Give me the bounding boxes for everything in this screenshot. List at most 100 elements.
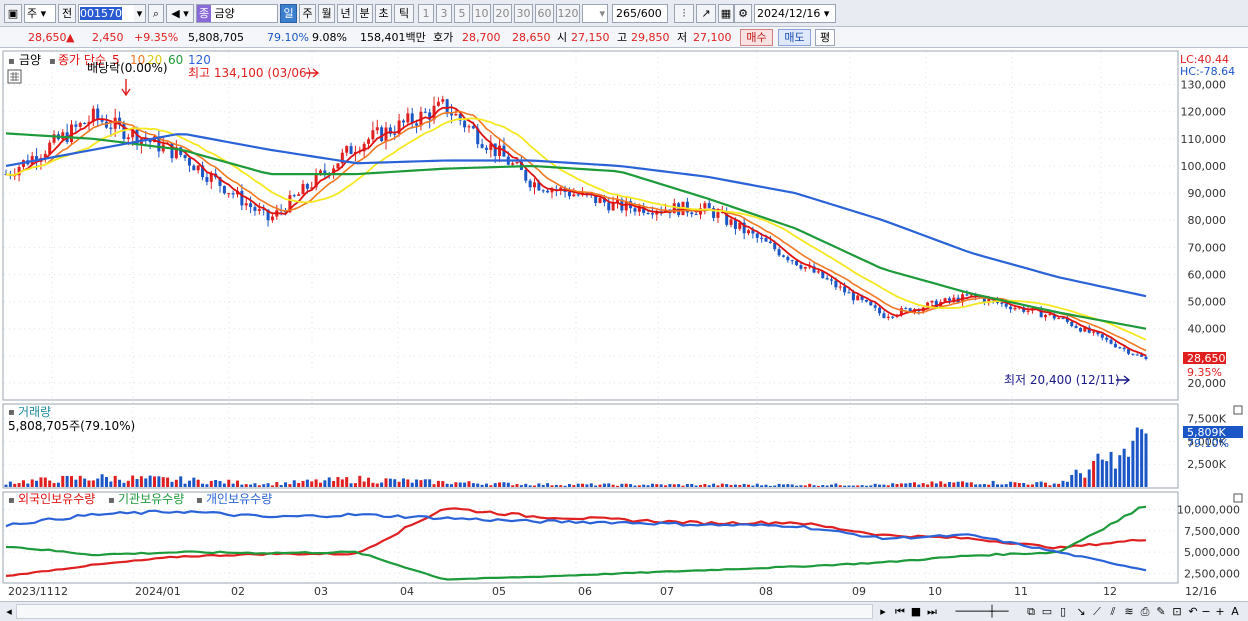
- channel-icon[interactable]: ⫽: [1106, 604, 1120, 619]
- interval-1[interactable]: 1: [418, 4, 434, 23]
- price-axis-label: 100,000: [1181, 160, 1227, 173]
- foreign-legend[interactable]: 외국인보유수량: [18, 492, 95, 506]
- stock-chart[interactable]: ▪ 금양 ▪ 종가 단순 5 10 20 60 120 배당락(0.00%) 최…: [0, 49, 1248, 602]
- interval-3[interactable]: 3: [436, 4, 452, 23]
- period-year[interactable]: 년: [337, 4, 354, 23]
- period-tick[interactable]: 틱: [394, 4, 414, 23]
- period-week[interactable]: 주: [299, 4, 316, 23]
- volume-bar: [768, 485, 772, 487]
- zoom-slider[interactable]: ─────┼──: [947, 604, 1017, 619]
- zoom-in-icon[interactable]: +: [1214, 604, 1226, 619]
- fibo-icon[interactable]: ≋: [1122, 604, 1136, 619]
- font-size-icon[interactable]: A: [1228, 604, 1242, 619]
- print-icon[interactable]: ⎙: [1138, 604, 1152, 619]
- candle: [760, 237, 764, 239]
- candle: [1092, 331, 1096, 333]
- interval-60[interactable]: 60: [535, 4, 554, 23]
- search-icon[interactable]: ⌕: [148, 4, 164, 23]
- interval-30[interactable]: 30: [514, 4, 533, 23]
- undo-icon[interactable]: ↶: [1186, 604, 1200, 619]
- capture-icon[interactable]: ⊡: [1170, 604, 1184, 619]
- volume-bar: [144, 478, 148, 487]
- candle: [471, 126, 475, 129]
- speaker-icon[interactable]: ◀ ▾: [166, 4, 194, 23]
- candle: [1113, 343, 1117, 348]
- period-month[interactable]: 월: [318, 4, 335, 23]
- candle: [1057, 318, 1061, 320]
- volume-bar: [201, 483, 205, 487]
- stop-icon[interactable]: ■: [909, 604, 923, 619]
- stock-name-field[interactable]: 종 금양: [196, 4, 278, 23]
- candle: [869, 301, 873, 306]
- volume-bar: [288, 484, 292, 487]
- period-day[interactable]: 일: [280, 4, 297, 23]
- volume-bar: [808, 483, 812, 487]
- volume-bar: [375, 483, 379, 487]
- scroll-right-icon[interactable]: ▸: [877, 604, 889, 619]
- step-forward-icon[interactable]: ⏭: [925, 604, 939, 619]
- interval-10[interactable]: 10: [472, 4, 491, 23]
- volume-bar: [166, 477, 170, 487]
- settings-gear-icon[interactable]: ⚙: [734, 4, 752, 23]
- period-second[interactable]: 초: [375, 4, 392, 23]
- ma60-legend[interactable]: 60: [168, 53, 183, 67]
- candle: [257, 209, 261, 211]
- volume-bar: [74, 479, 78, 487]
- buy-button[interactable]: 매수: [740, 29, 773, 46]
- candle-type-icon[interactable]: ⫶: [674, 4, 694, 23]
- layout-icon[interactable]: ▭: [1040, 604, 1054, 619]
- volume-title[interactable]: 거래량: [18, 405, 51, 419]
- interval-dropdown[interactable]: ▾: [582, 4, 608, 23]
- volume-bar: [367, 477, 371, 487]
- zoom-out-icon[interactable]: −: [1200, 604, 1212, 619]
- pen-icon[interactable]: ✎: [1154, 604, 1168, 619]
- holdings-close-icon[interactable]: [1233, 493, 1243, 503]
- volume-bar: [1144, 433, 1148, 487]
- candle: [768, 241, 772, 244]
- evaluate-button[interactable]: 평: [815, 29, 835, 46]
- candle: [292, 195, 296, 197]
- scroll-left-icon[interactable]: ◂: [3, 604, 15, 619]
- individual-legend[interactable]: 개인보유수량: [206, 492, 272, 506]
- volume-bar: [21, 480, 25, 487]
- candle: [755, 233, 759, 238]
- institution-legend[interactable]: 기관보유수량: [118, 492, 184, 506]
- price-axis: 130,000 120,000 110,000 100,000 90,000 80,000…: [1181, 79, 1227, 390]
- trend-line-icon[interactable]: ⟋: [1090, 604, 1104, 619]
- volume-bar: [764, 484, 768, 487]
- interval-5[interactable]: 5: [454, 4, 470, 23]
- candle: [349, 146, 353, 154]
- candle: [301, 184, 305, 195]
- volume-bar: [572, 485, 576, 487]
- volume-bar: [70, 476, 74, 487]
- ma120-legend[interactable]: 120: [188, 53, 211, 67]
- window-split-icon[interactable]: ▯: [1056, 604, 1070, 619]
- draw-tool-icon[interactable]: ↗: [696, 4, 716, 23]
- bar-count-field[interactable]: 265/600: [612, 4, 668, 23]
- interval-20[interactable]: 20: [493, 4, 512, 23]
- sell-button[interactable]: 매도: [778, 29, 811, 46]
- price-legend-name[interactable]: 금양: [19, 53, 41, 67]
- date-field[interactable]: 2024/12/16 ▾: [754, 4, 836, 23]
- volume-bar: [934, 483, 938, 487]
- volume-bar: [742, 483, 746, 487]
- table-toggle-icon[interactable]: [7, 69, 22, 84]
- trend-icon[interactable]: ↘: [1074, 604, 1088, 619]
- code-dropdown-icon[interactable]: ▾: [134, 4, 146, 23]
- grid-icon[interactable]: ▦: [718, 4, 734, 23]
- volume-bar: [214, 479, 218, 487]
- interval-120[interactable]: 120: [556, 4, 580, 23]
- volume-bar: [637, 485, 641, 487]
- volume-bar: [694, 485, 698, 487]
- period-minute[interactable]: 분: [356, 4, 373, 23]
- prev-button[interactable]: 전: [58, 4, 76, 23]
- candle: [1000, 302, 1004, 304]
- horizontal-scrollbar[interactable]: [16, 604, 873, 619]
- copy-icon[interactable]: ⧉: [1024, 604, 1038, 619]
- volume-bar: [393, 479, 397, 487]
- window-icon[interactable]: ▣: [4, 4, 22, 23]
- volume-close-icon[interactable]: [1233, 405, 1243, 415]
- step-back-icon[interactable]: ⏮: [893, 604, 907, 619]
- candle: [1070, 321, 1074, 327]
- market-select[interactable]: 주 ▾: [24, 4, 56, 23]
